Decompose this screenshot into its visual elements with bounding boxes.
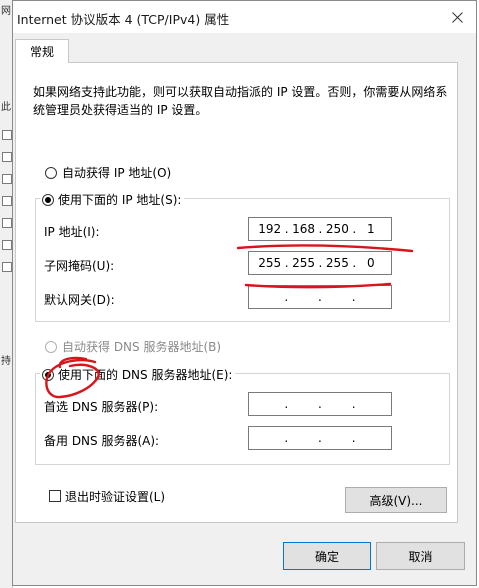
background-checkbox — [2, 152, 12, 162]
description-text: 如果网络支持此功能，则可以获取自动指派的 IP 设置。否则，你需要从网络系统管理… — [33, 85, 448, 117]
octet-dot: . — [318, 256, 323, 270]
background-checkbox — [2, 240, 12, 250]
dialog-title: Internet 协议版本 4 (TCP/IPv4) 属性 — [17, 12, 230, 27]
ip-address-field[interactable]: 192. 168. 250. 1 — [248, 217, 392, 241]
background-checkbox — [2, 130, 12, 140]
ok-button[interactable]: 确定 — [283, 542, 371, 570]
mask-octet-4: 0 — [366, 256, 375, 270]
ip-octet-1: 192 — [258, 222, 282, 236]
background-checkbox — [2, 262, 12, 272]
octet-dot: . — [284, 256, 289, 270]
manual-dns-label: 使用下面的 DNS 服务器地址(E): — [58, 368, 233, 382]
title-bar[interactable]: Internet 协议版本 4 (TCP/IPv4) 属性 — [13, 1, 476, 33]
octet-dot: . — [352, 256, 357, 270]
manual-dns-option[interactable]: 使用下面的 DNS 服务器地址(E): — [40, 366, 236, 383]
general-panel: 如果网络支持此功能，则可以获取自动指派的 IP 设置。否则，你需要从网络系统管理… — [15, 62, 458, 523]
octet-dot: . — [284, 431, 289, 445]
alternate-dns-field[interactable]: . . . — [248, 426, 392, 450]
validate-on-exit-checkbox[interactable] — [49, 490, 61, 502]
manual-ip-label: 使用下面的 IP 地址(S): — [58, 193, 182, 207]
tab-general[interactable]: 常规 — [15, 39, 69, 63]
tab-general-label: 常规 — [29, 45, 54, 59]
octet-dot: . — [318, 290, 322, 304]
advanced-button[interactable]: 高级(V)... — [345, 487, 447, 513]
close-icon — [451, 11, 463, 23]
ipv4-properties-dialog: Internet 协议版本 4 (TCP/IPv4) 属性 常规 如果网络支持此… — [12, 0, 477, 586]
ip-octet-3: 250 — [325, 222, 349, 236]
alternate-dns-label: 备用 DNS 服务器(A): — [44, 434, 160, 448]
background-checkbox — [2, 196, 12, 206]
octet-dot: . — [284, 397, 289, 411]
ip-octet-2: 168 — [292, 222, 315, 236]
manual-dns-radio[interactable] — [42, 368, 54, 381]
manual-ip-radio[interactable] — [42, 193, 54, 206]
default-gateway-field[interactable]: . . . — [248, 285, 392, 309]
preferred-dns-label: 首选 DNS 服务器(P): — [44, 400, 159, 414]
subnet-mask-label: 子网掩码(U): — [44, 259, 115, 273]
octet-dot: . — [284, 222, 289, 236]
subnet-mask-field[interactable]: 255. 255. 255. 0 — [248, 251, 392, 275]
auto-dns-radio[interactable] — [45, 341, 57, 353]
octet-dot: . — [318, 431, 322, 445]
background-fragment: 此 — [1, 102, 11, 113]
octet-dot: . — [351, 397, 356, 411]
cancel-button[interactable]: 取消 — [376, 542, 465, 570]
ip-address-group: 使用下面的 IP 地址(S): IP 地址(I): 192. 168. 250.… — [35, 191, 450, 322]
preferred-dns-field[interactable]: . . . — [248, 392, 392, 416]
dns-server-group: 使用下面的 DNS 服务器地址(E): 首选 DNS 服务器(P): . . .… — [35, 366, 450, 465]
manual-ip-option[interactable]: 使用下面的 IP 地址(S): — [40, 191, 185, 208]
octet-dot: . — [318, 397, 322, 411]
ip-octet-4: 1 — [366, 222, 375, 236]
octet-dot: . — [284, 290, 289, 304]
mask-octet-1: 255 — [258, 256, 282, 270]
background-checkbox — [2, 218, 12, 228]
default-gateway-label: 默认网关(D): — [44, 293, 115, 307]
octet-dot: . — [351, 290, 356, 304]
auto-ip-label: 自动获得 IP 地址(O) — [62, 166, 172, 180]
mask-octet-3: 255 — [325, 256, 349, 270]
octet-dot: . — [351, 431, 356, 445]
ip-address-label: IP 地址(I): — [44, 225, 100, 239]
background-checkbox — [2, 174, 12, 184]
mask-octet-2: 255 — [292, 256, 315, 270]
background-fragment: 持 — [1, 356, 11, 367]
close-button[interactable] — [442, 3, 472, 31]
auto-ip-radio[interactable] — [45, 167, 57, 179]
validate-on-exit-label: 退出时验证设置(L) — [65, 490, 166, 504]
octet-dot: . — [318, 222, 323, 236]
octet-dot: . — [352, 222, 357, 236]
background-fragment: 网 — [1, 6, 11, 17]
auto-dns-label: 自动获得 DNS 服务器地址(B) — [62, 340, 222, 354]
